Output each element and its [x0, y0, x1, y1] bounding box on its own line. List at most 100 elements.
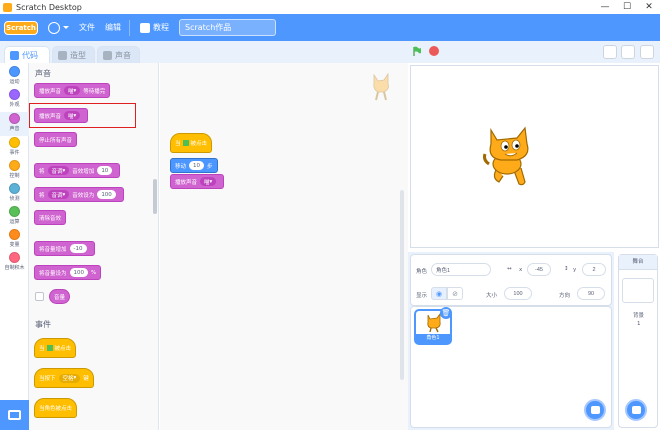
- volume-change-value[interactable]: -10: [69, 244, 87, 253]
- delete-sprite-button[interactable]: 🗑: [440, 307, 452, 319]
- category-label: 自制积木: [4, 265, 25, 271]
- extension-icon: [8, 410, 21, 420]
- block-play-sound-until-done[interactable]: 播放声音 喵 ▾ 等待播完: [34, 83, 111, 98]
- category-sound[interactable]: 声音: [0, 112, 29, 136]
- sprite-info-panel: 角色 ↔ x ↕ y 显示 ◉ ⊘ 大小 方向: [410, 254, 612, 306]
- cat-sprite[interactable]: [483, 124, 539, 190]
- move-steps-value[interactable]: 10: [189, 161, 205, 170]
- y-position-input[interactable]: [582, 263, 606, 276]
- category-operators[interactable]: 运算: [0, 206, 29, 228]
- sound-dropdown[interactable]: 喵 ▾: [200, 177, 217, 186]
- stage-thumbnail[interactable]: [622, 278, 654, 303]
- events-dot-icon: [9, 137, 20, 148]
- block-text: 将音量设为: [39, 270, 67, 277]
- size-input[interactable]: [504, 287, 532, 300]
- category-motion[interactable]: 运动: [0, 66, 29, 88]
- motion-dot-icon: [9, 66, 20, 77]
- tutorials-menu[interactable]: 教程: [140, 22, 169, 33]
- block-text: 当: [39, 346, 45, 352]
- block-set-volume[interactable]: 将音量设为 100 %: [34, 265, 102, 280]
- fullscreen-button[interactable]: [640, 45, 654, 59]
- tab-costumes-label: 造型: [70, 50, 86, 60]
- tab-costumes[interactable]: 造型: [52, 46, 95, 63]
- minimize-button[interactable]: —: [594, 0, 616, 14]
- language-menu[interactable]: [48, 21, 69, 34]
- show-label: 显示: [416, 293, 428, 299]
- show-sprite-eye-icon[interactable]: ◉: [431, 287, 447, 300]
- category-looks[interactable]: 外观: [0, 89, 29, 111]
- category-sensing[interactable]: 侦测: [0, 183, 29, 205]
- project-title-input[interactable]: [179, 19, 276, 36]
- block-text: 清除音效: [39, 215, 62, 222]
- category-events[interactable]: 事件: [0, 137, 29, 159]
- dropdown-value: 喵: [68, 88, 74, 95]
- stage-canvas[interactable]: [410, 65, 659, 248]
- block-stop-all-sounds[interactable]: 停止所有声音: [34, 132, 78, 147]
- category-label: 控制: [9, 173, 20, 179]
- effect-dropdown[interactable]: 音调 ▾: [47, 166, 70, 175]
- palette-scrollbar[interactable]: [153, 179, 157, 214]
- close-button[interactable]: ✕: [638, 0, 660, 14]
- stop-button[interactable]: [429, 46, 439, 56]
- block-when-key-pressed[interactable]: 当按下 空格 ▾ 键: [34, 368, 94, 388]
- title-bar: Scratch Desktop — ☐ ✕: [0, 0, 660, 14]
- sound-dot-icon: [9, 113, 20, 124]
- x-arrows-icon: ↔: [507, 266, 512, 272]
- category-my-blocks[interactable]: 自制积木: [0, 252, 29, 274]
- category-label: 声音: [9, 126, 20, 132]
- red-highlight-box: [29, 103, 136, 128]
- block-text: 等待播完: [83, 88, 106, 95]
- block-text: 将音量增加: [39, 246, 67, 253]
- block-when-flag-clicked[interactable]: 当 被点击: [34, 338, 77, 358]
- category-control[interactable]: 控制: [0, 160, 29, 182]
- block-text: 步: [207, 163, 213, 170]
- code-icon: [10, 51, 19, 60]
- globe-icon: [48, 21, 60, 34]
- block-change-effect[interactable]: 将 音调 ▾ 音效增加 10: [34, 163, 121, 178]
- y-label: y: [573, 267, 577, 273]
- effect-dropdown[interactable]: 音调 ▾: [47, 190, 70, 199]
- block-text: 播放声音: [175, 179, 198, 186]
- effect-set-value[interactable]: 100: [97, 190, 116, 199]
- small-stage-button[interactable]: [603, 45, 617, 59]
- code-area-scrollbar[interactable]: [400, 190, 404, 380]
- block-text: 当按下: [39, 376, 56, 382]
- menu-bar: Scratch 文件 编辑 教程: [0, 14, 660, 41]
- tab-sounds[interactable]: 声音: [97, 46, 140, 63]
- script-move-steps[interactable]: 移动 10 步: [170, 158, 218, 173]
- block-clear-effects[interactable]: 清除音效: [34, 210, 67, 225]
- tab-code[interactable]: 代码: [4, 46, 50, 64]
- key-dropdown[interactable]: 空格 ▾: [58, 373, 81, 383]
- x-position-input[interactable]: [527, 263, 551, 276]
- speaker-icon: [103, 50, 112, 60]
- volume-monitor-checkbox[interactable]: [35, 292, 44, 301]
- block-volume-reporter[interactable]: 音量: [49, 289, 71, 304]
- script-when-flag-clicked[interactable]: 当 被点击: [170, 133, 213, 153]
- add-extension-button[interactable]: [0, 400, 29, 430]
- code-area[interactable]: 当 被点击 移动 10 步 播放声音 喵▾ + − =: [160, 63, 550, 430]
- scratch-logo[interactable]: Scratch: [4, 20, 38, 35]
- trash-icon: 🗑: [441, 309, 451, 317]
- block-text: 将: [39, 192, 45, 199]
- file-menu[interactable]: 文件: [79, 22, 95, 33]
- control-dot-icon: [9, 160, 20, 171]
- window-controls: — ☐ ✕: [594, 0, 660, 14]
- block-when-sprite-clicked[interactable]: 当角色被点击: [34, 398, 78, 418]
- sensing-dot-icon: [9, 183, 20, 194]
- volume-set-value[interactable]: 100: [69, 268, 89, 277]
- maximize-button[interactable]: ☐: [616, 0, 638, 14]
- category-variables[interactable]: 变量: [0, 229, 29, 251]
- sprite-name-input[interactable]: [431, 263, 491, 276]
- script-start-sound[interactable]: 播放声音 喵 ▾: [170, 174, 225, 189]
- block-set-effect[interactable]: 将 音调 ▾ 音效设为 100: [34, 187, 124, 202]
- direction-input[interactable]: [577, 287, 605, 300]
- choose-backdrop-button[interactable]: [625, 399, 647, 421]
- sound-dropdown[interactable]: 喵 ▾: [64, 86, 81, 95]
- green-flag-button[interactable]: [412, 46, 422, 56]
- hide-sprite-eye-icon[interactable]: ⊘: [447, 287, 463, 300]
- choose-sprite-button[interactable]: [584, 399, 606, 421]
- effect-change-value[interactable]: 10: [97, 166, 113, 175]
- edit-menu[interactable]: 编辑: [105, 22, 121, 33]
- block-change-volume[interactable]: 将音量增加 -10: [34, 241, 95, 256]
- large-stage-button[interactable]: [621, 45, 635, 59]
